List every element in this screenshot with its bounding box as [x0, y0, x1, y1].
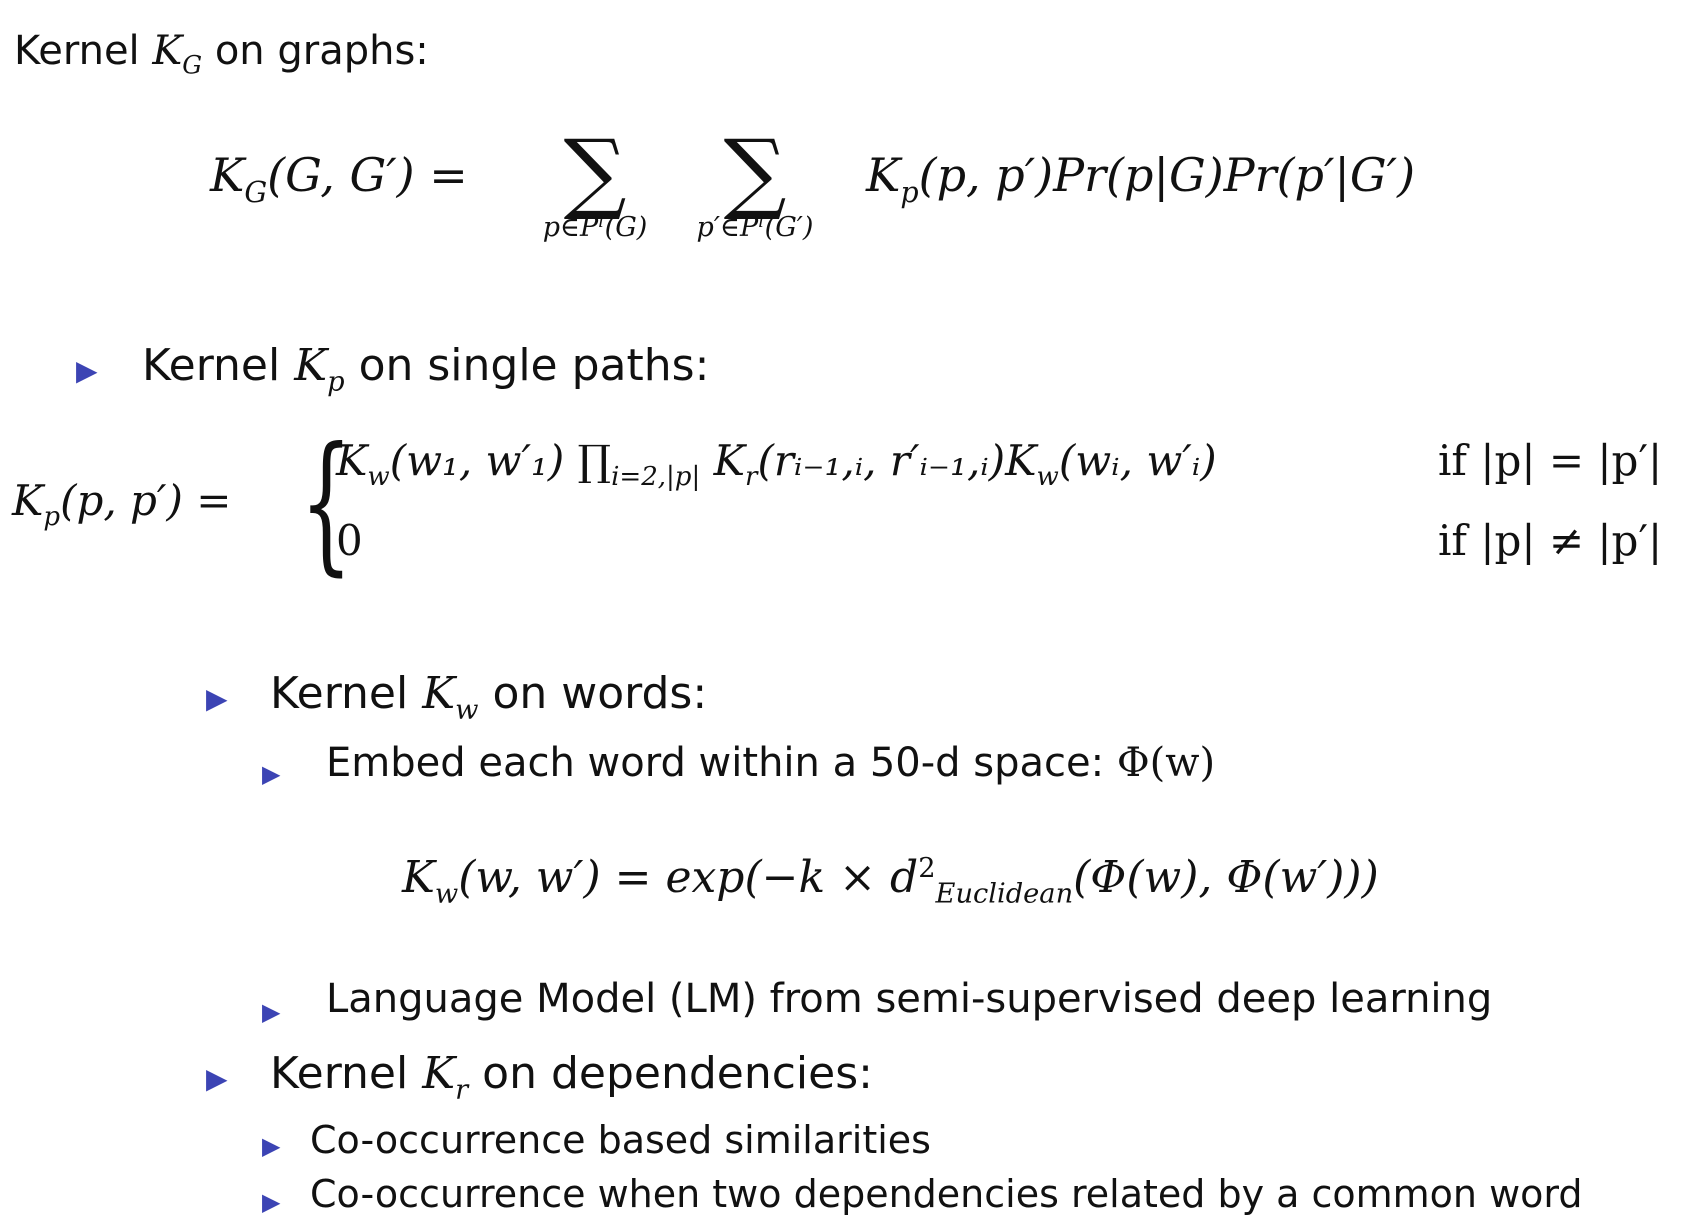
heading-symbol: KG [152, 28, 203, 80]
heading-kg: Kernel KG on graphs: [14, 28, 429, 79]
triangle-right-icon: ▶ [262, 760, 281, 788]
triangle-right-icon: ▶ [262, 998, 281, 1026]
bullet-kp: Kernel Kp on single paths: [142, 340, 710, 398]
bullet-embed: Embed each word within a 50-d space: Φ(w… [326, 740, 1216, 786]
sigma-icon: ∑ [723, 120, 787, 223]
bullet-lm: Language Model (LM) from semi-supervised… [326, 976, 1493, 1022]
sum2-limit: p′∈Pˡ(G′) [696, 212, 814, 243]
triangle-right-icon: ▶ [262, 1132, 281, 1160]
sum-over-p: ∑ p∈Pˡ(G) [515, 120, 675, 244]
formula-kp-case2-cond: if |p| ≠ |p′| [1438, 516, 1663, 565]
formula-kp-case1-cond: if |p| = |p′| [1438, 436, 1663, 485]
triangle-right-icon: ▶ [262, 1188, 281, 1216]
sum1-limit: p∈Pˡ(G) [542, 212, 648, 243]
bullet-cooc2: Co-occurrence when two dependencies rela… [310, 1172, 1583, 1216]
bullet-kr: Kernel Kr on dependencies: [270, 1048, 873, 1106]
formula-kp-case2: 0 [336, 516, 363, 565]
sigma-icon: ∑ [563, 120, 627, 223]
bullet-cooc1: Co-occurrence based similarities [310, 1118, 931, 1162]
triangle-right-icon: ▶ [76, 354, 98, 387]
heading-suffix: on graphs: [214, 28, 429, 74]
sum-over-p-prime: ∑ p′∈Pˡ(G′) [660, 120, 850, 244]
triangle-right-icon: ▶ [206, 682, 228, 715]
triangle-right-icon: ▶ [206, 1062, 228, 1095]
bullet-kw: Kernel Kw on words: [270, 668, 708, 726]
formula-kw: Kw(w, w′) = exp(−k × d2Euclidean(Φ(w), Φ… [402, 852, 1379, 910]
formula-kp-lhs: Kp(p, p′) = [12, 476, 232, 532]
heading-label: Kernel [14, 28, 140, 74]
formula-kg-lhs: KG(G, G′) = [210, 148, 468, 209]
formula-kp-case1: Kw(w₁, w′₁) ∏i=2,|p| Kr(rᵢ₋₁,ᵢ, r′ᵢ₋₁,ᵢ)… [336, 436, 1217, 492]
formula-kg-body: Kp(p, p′)Pr(p|G)Pr(p′|G′) [866, 148, 1416, 209]
